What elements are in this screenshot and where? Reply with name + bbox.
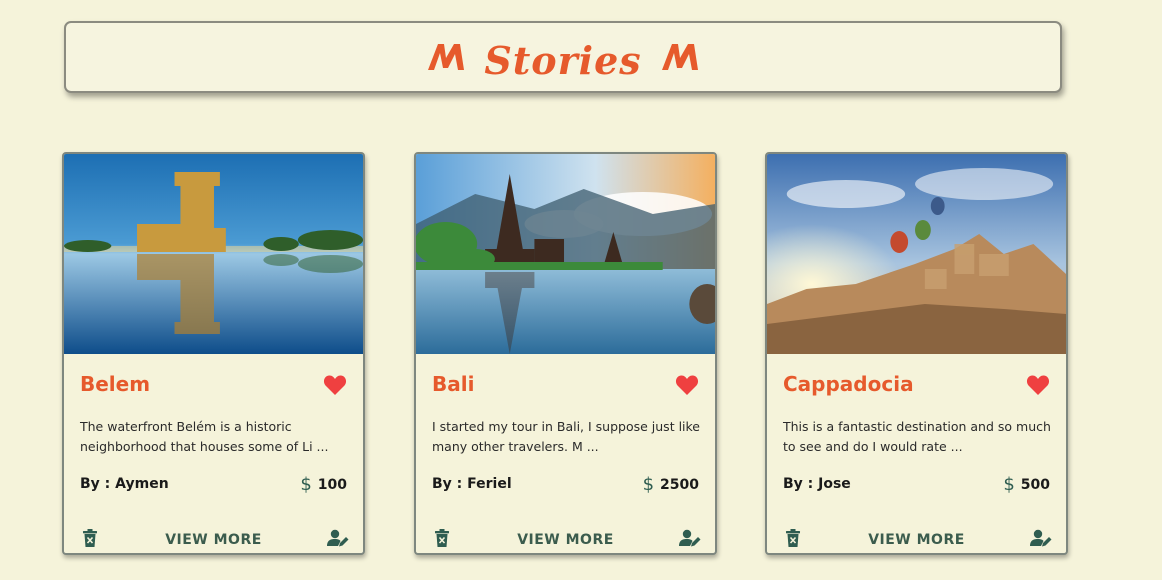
dollar-icon: $ bbox=[642, 474, 655, 495]
card-author: By : Jose bbox=[783, 476, 851, 492]
page-header: Stories bbox=[64, 21, 1062, 93]
story-card-bali: Bali I started my tour in Bali, I suppos… bbox=[414, 152, 717, 555]
view-more-button[interactable]: VIEW MORE bbox=[767, 532, 1066, 548]
card-title: Bali bbox=[432, 372, 475, 396]
user-edit-icon[interactable] bbox=[1030, 529, 1052, 547]
card-description: The waterfront Belém is a historic neigh… bbox=[80, 419, 329, 454]
view-more-button[interactable]: VIEW MORE bbox=[64, 532, 363, 548]
double-m-logo-icon bbox=[428, 44, 465, 70]
user-edit-icon[interactable] bbox=[327, 529, 349, 547]
heart-icon[interactable] bbox=[1026, 374, 1050, 396]
story-card-belem: Belem The waterfront Belém is a historic… bbox=[62, 152, 365, 555]
dollar-icon: $ bbox=[300, 474, 312, 495]
price-value: 2500 bbox=[660, 476, 699, 493]
card-price: $ 100 bbox=[300, 474, 347, 495]
card-description: This is a fantastic destination and so m… bbox=[783, 419, 1051, 454]
price-value: 500 bbox=[1020, 476, 1050, 493]
card-title: Cappadocia bbox=[783, 372, 914, 396]
page-title: Stories bbox=[484, 37, 642, 83]
card-image bbox=[416, 154, 715, 354]
card-price: $ 2500 bbox=[643, 474, 699, 495]
card-author: By : Aymen bbox=[80, 476, 169, 492]
story-card-cappadocia: Cappadocia This is a fantastic destinati… bbox=[765, 152, 1068, 555]
double-m-logo-icon bbox=[661, 44, 698, 70]
heart-icon[interactable] bbox=[675, 374, 699, 396]
view-more-button[interactable]: VIEW MORE bbox=[416, 532, 715, 548]
card-image bbox=[767, 154, 1066, 354]
card-image bbox=[64, 154, 363, 354]
dollar-icon: $ bbox=[1003, 474, 1015, 495]
card-price: $ 500 bbox=[1003, 474, 1050, 495]
card-author: By : Feriel bbox=[432, 476, 512, 492]
card-description: I started my tour in Bali, I suppose jus… bbox=[432, 419, 700, 454]
card-title: Belem bbox=[80, 372, 151, 396]
heart-icon[interactable] bbox=[323, 374, 347, 396]
user-edit-icon[interactable] bbox=[679, 529, 701, 547]
price-value: 100 bbox=[317, 476, 347, 493]
